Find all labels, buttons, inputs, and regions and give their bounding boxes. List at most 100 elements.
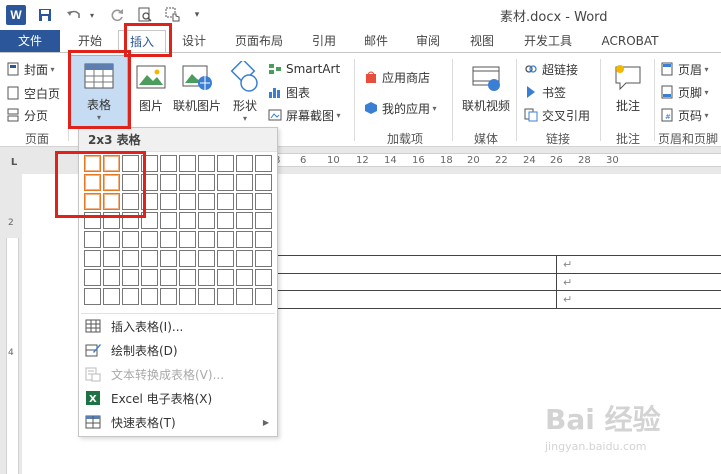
table-grid-cell[interactable] bbox=[217, 155, 234, 172]
table-grid-cell[interactable] bbox=[122, 231, 139, 248]
cover-page-button[interactable]: 封面 ▾ bbox=[6, 59, 55, 79]
excel-spreadsheet-item[interactable]: X Excel 电子表格(X) bbox=[79, 386, 277, 410]
table-grid-cell[interactable] bbox=[160, 288, 177, 305]
tab-review[interactable]: 审阅 bbox=[408, 30, 448, 52]
table-grid-cell[interactable] bbox=[236, 193, 253, 210]
undo-dropdown-icon[interactable]: ▾ bbox=[86, 4, 98, 26]
bookmark-button[interactable]: 书签 bbox=[524, 82, 566, 102]
table-grid-cell[interactable] bbox=[236, 231, 253, 248]
table-grid-cell[interactable] bbox=[255, 288, 272, 305]
table-grid-cell[interactable] bbox=[179, 250, 196, 267]
picture-button[interactable]: 图片 bbox=[134, 61, 168, 114]
table-grid-cell[interactable] bbox=[160, 155, 177, 172]
table-grid-cell[interactable] bbox=[217, 174, 234, 191]
table-grid-cell[interactable] bbox=[179, 174, 196, 191]
page-break-button[interactable]: 分页 bbox=[6, 105, 48, 125]
table-grid-cell[interactable] bbox=[84, 212, 101, 229]
tab-developer[interactable]: 开发工具 bbox=[516, 30, 580, 52]
tab-insert[interactable]: 插入 bbox=[118, 30, 166, 53]
table-grid-cell[interactable] bbox=[198, 250, 215, 267]
table-grid-cell[interactable] bbox=[103, 193, 120, 210]
tab-mailings[interactable]: 邮件 bbox=[356, 30, 396, 52]
table-grid-cell[interactable] bbox=[122, 174, 139, 191]
tab-acrobat[interactable]: ACROBAT bbox=[594, 30, 666, 52]
table-grid-cell[interactable] bbox=[160, 231, 177, 248]
table-grid-cell[interactable] bbox=[103, 288, 120, 305]
table-grid-cell[interactable] bbox=[84, 288, 101, 305]
table-grid-cell[interactable] bbox=[236, 155, 253, 172]
table-grid-cell[interactable] bbox=[160, 250, 177, 267]
online-video-button[interactable]: 联机视频 bbox=[458, 61, 514, 114]
table-grid-cell[interactable] bbox=[84, 231, 101, 248]
chart-button[interactable]: 图表 bbox=[268, 82, 310, 102]
table-grid-cell[interactable] bbox=[179, 269, 196, 286]
table-grid-cell[interactable] bbox=[255, 155, 272, 172]
table-grid-cell[interactable] bbox=[255, 212, 272, 229]
comment-button[interactable]: 批注 bbox=[606, 61, 650, 114]
table-grid-cell[interactable] bbox=[103, 250, 120, 267]
footer-button[interactable]: 页脚 ▾ bbox=[660, 82, 709, 102]
table-grid-cell[interactable] bbox=[141, 231, 158, 248]
table-grid-cell[interactable] bbox=[141, 193, 158, 210]
my-apps-button[interactable]: 我的应用 ▾ bbox=[364, 98, 437, 118]
table-grid-cell[interactable] bbox=[236, 250, 253, 267]
draw-table-item[interactable]: 绘制表格(D) bbox=[79, 338, 277, 362]
table-grid-cell[interactable] bbox=[236, 212, 253, 229]
tab-references[interactable]: 引用 bbox=[304, 30, 344, 52]
tab-file[interactable]: 文件 bbox=[0, 30, 60, 52]
table-grid-cell[interactable] bbox=[179, 193, 196, 210]
table-grid-cell[interactable] bbox=[217, 250, 234, 267]
table-grid-cell[interactable] bbox=[103, 269, 120, 286]
table-grid-cell[interactable] bbox=[103, 174, 120, 191]
customize-qat-icon[interactable]: ▾ bbox=[190, 4, 204, 26]
quick-tables-item[interactable]: 快速表格(T) ▶ bbox=[79, 410, 277, 434]
table-grid-cell[interactable] bbox=[141, 269, 158, 286]
table-grid-cell[interactable] bbox=[141, 288, 158, 305]
table-grid-cell[interactable] bbox=[179, 155, 196, 172]
table-grid-cell[interactable] bbox=[160, 193, 177, 210]
table-grid-cell[interactable] bbox=[103, 155, 120, 172]
table-grid-cell[interactable] bbox=[160, 212, 177, 229]
header-button[interactable]: 页眉 ▾ bbox=[660, 59, 709, 79]
shapes-button[interactable]: 形状 ▾ bbox=[226, 61, 264, 123]
table-grid-cell[interactable] bbox=[141, 250, 158, 267]
table-grid-cell[interactable] bbox=[217, 269, 234, 286]
insert-table-item[interactable]: 插入表格(I)... bbox=[79, 314, 277, 338]
table-grid-cell[interactable] bbox=[103, 212, 120, 229]
table-grid-cell[interactable] bbox=[198, 155, 215, 172]
table-grid-cell[interactable] bbox=[122, 269, 139, 286]
redo-icon[interactable] bbox=[106, 4, 128, 26]
table-button[interactable]: 表格 ▾ bbox=[70, 55, 128, 129]
table-grid-cell[interactable] bbox=[84, 250, 101, 267]
table-grid-cell[interactable] bbox=[122, 155, 139, 172]
tab-design[interactable]: 设计 bbox=[174, 30, 214, 52]
table-grid-cell[interactable] bbox=[198, 193, 215, 210]
table-grid-cell[interactable] bbox=[217, 212, 234, 229]
smartart-button[interactable]: SmartArt bbox=[268, 59, 340, 79]
table-grid-cell[interactable] bbox=[122, 212, 139, 229]
table-grid-cell[interactable] bbox=[217, 231, 234, 248]
screenshot-button[interactable]: 屏幕截图 ▾ bbox=[268, 105, 341, 125]
table-grid-cell[interactable] bbox=[255, 250, 272, 267]
table-grid-cell[interactable] bbox=[84, 174, 101, 191]
table-grid-cell[interactable] bbox=[141, 212, 158, 229]
table-grid-cell[interactable] bbox=[255, 193, 272, 210]
table-grid-cell[interactable] bbox=[122, 250, 139, 267]
table-grid-cell[interactable] bbox=[179, 288, 196, 305]
touch-mode-icon[interactable] bbox=[162, 4, 184, 26]
table-grid-cell[interactable] bbox=[84, 155, 101, 172]
table-grid-cell[interactable] bbox=[160, 269, 177, 286]
table-grid-cell[interactable] bbox=[198, 269, 215, 286]
table-grid-cell[interactable] bbox=[103, 231, 120, 248]
table-grid-cell[interactable] bbox=[255, 269, 272, 286]
table-grid-cell[interactable] bbox=[160, 174, 177, 191]
cross-reference-button[interactable]: 交叉引用 bbox=[524, 105, 590, 125]
tab-home[interactable]: 开始 bbox=[70, 30, 110, 52]
table-grid-cell[interactable] bbox=[141, 174, 158, 191]
table-grid-cell[interactable] bbox=[84, 193, 101, 210]
table-grid-cell[interactable] bbox=[198, 174, 215, 191]
table-grid-cell[interactable] bbox=[217, 288, 234, 305]
table-grid-cell[interactable] bbox=[122, 193, 139, 210]
tab-layout[interactable]: 页面布局 bbox=[228, 30, 290, 52]
tab-selector-button[interactable]: L bbox=[6, 156, 22, 170]
